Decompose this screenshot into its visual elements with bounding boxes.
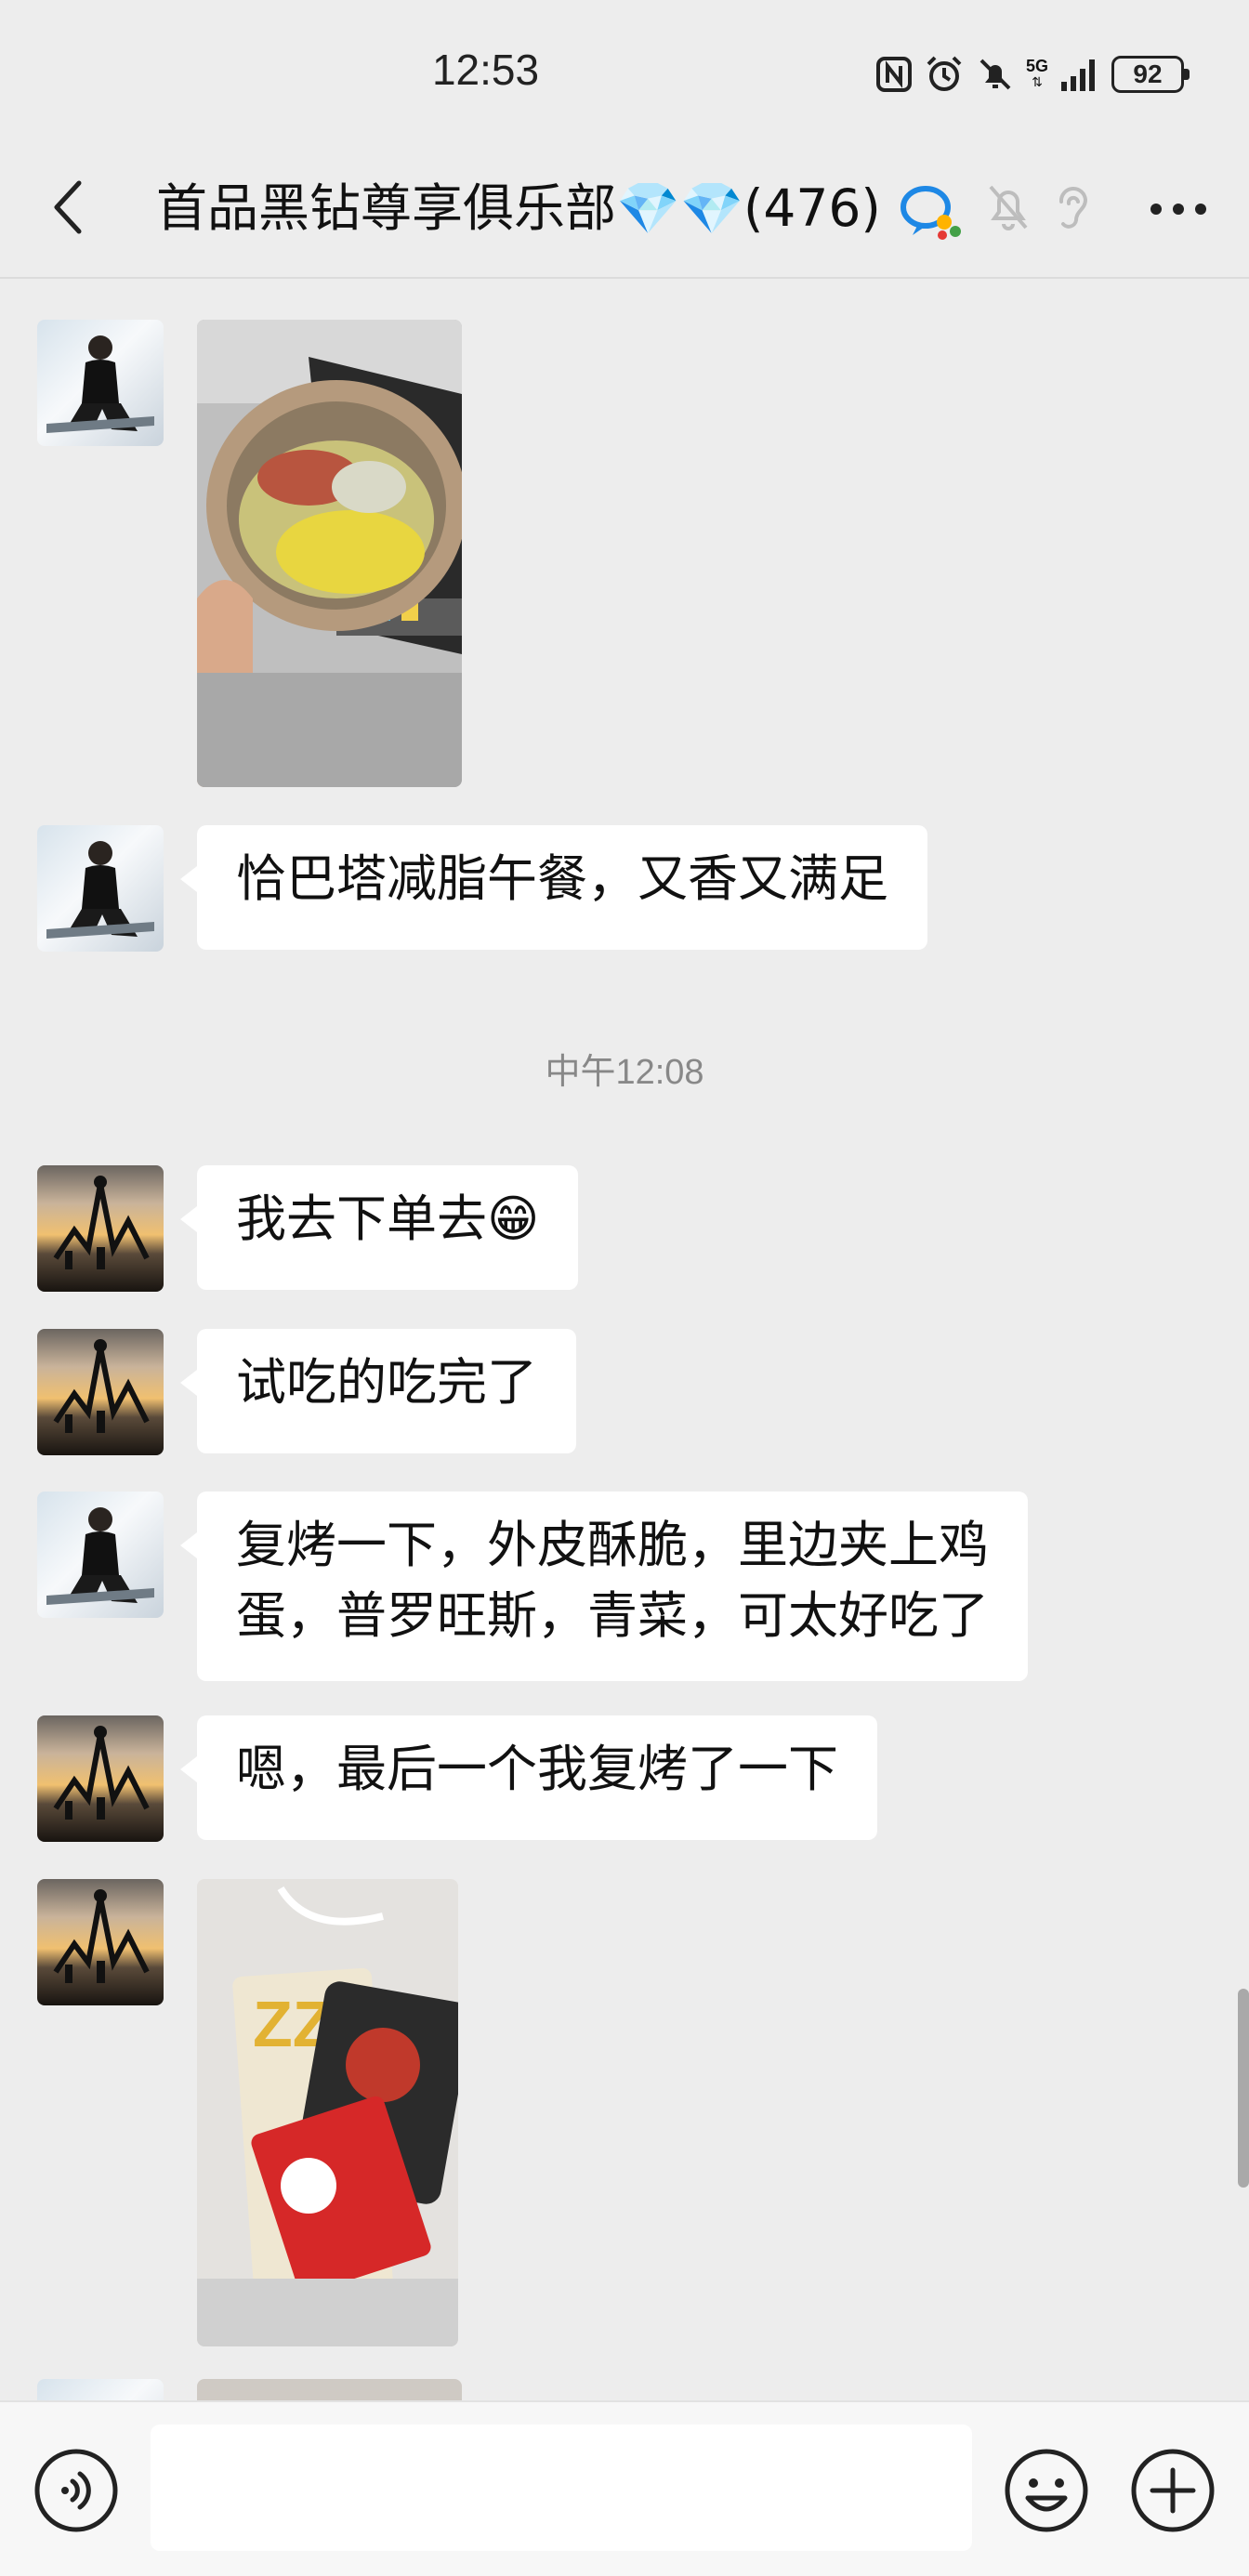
nfc-icon	[875, 57, 912, 92]
more-dots-icon	[1150, 204, 1206, 215]
voice-icon	[34, 2449, 118, 2532]
message-bubble[interactable]: 嗯，最后一个我复烤了一下	[180, 1715, 877, 1840]
alarm-icon	[927, 56, 962, 91]
plus-icon	[1131, 2449, 1215, 2532]
message-list[interactable]: 恰巴塔减脂午餐，又香又满足 中午12:08 我去下单去😁 试吃的吃完了 复烤一下…	[0, 279, 1249, 2400]
status-icons: 5G ⇅ 92	[875, 48, 1190, 100]
avatar[interactable]	[37, 320, 164, 446]
avatar[interactable]	[37, 1329, 164, 1455]
avatar[interactable]	[37, 1492, 164, 1618]
message-bubble[interactable]: 试吃的吃完了	[180, 1329, 576, 1453]
input-bar	[0, 2400, 1249, 2576]
message-bubble[interactable]: 恰巴塔减脂午餐，又香又满足	[180, 825, 927, 950]
avatar-woman-image	[46, 841, 154, 939]
mute-status-icon	[979, 59, 1011, 90]
message-line: 蛋，普罗旺斯，青菜，可太好吃了	[236, 1586, 989, 1645]
back-button[interactable]	[35, 175, 100, 240]
message-bubble[interactable]: 复烤一下，外皮酥脆，里边夹上鸡 蛋，普罗旺斯，青菜，可太好吃了	[180, 1492, 1028, 1681]
avatar-woman-image	[46, 335, 154, 433]
avatar-sunset-image	[53, 1339, 150, 1433]
plus-button[interactable]	[1130, 2448, 1216, 2533]
avatar[interactable]	[37, 825, 164, 952]
more-button[interactable]	[1143, 181, 1214, 237]
avatar-sunset-image	[53, 1726, 150, 1820]
chat-title[interactable]: 首品黑钻尊享俱乐部💎💎(476)	[156, 171, 881, 245]
signal-icon	[1061, 59, 1095, 91]
ear-icon[interactable]	[1052, 181, 1093, 233]
avatar[interactable]	[37, 2379, 164, 2400]
avatar[interactable]	[37, 1165, 164, 1292]
avatar[interactable]	[37, 1715, 164, 1842]
avatar-sunset-image	[53, 1889, 150, 1983]
avatar-sunset-image	[53, 1176, 150, 1269]
voice-button[interactable]	[33, 2448, 119, 2533]
message-input[interactable]	[151, 2425, 972, 2551]
emoji-icon	[1005, 2449, 1088, 2532]
chat-header: 首品黑钻尊享俱乐部💎💎(476)	[0, 139, 1249, 279]
timestamp-divider: 中午12:08	[545, 1053, 704, 1092]
network-label: 5G ⇅	[1025, 57, 1048, 90]
chevron-left-icon	[54, 180, 82, 234]
status-bar: 12:53 5G ⇅ 92	[0, 0, 1249, 139]
message-image-wrap[interactable]	[197, 320, 462, 787]
avatar-woman-image	[46, 1507, 154, 1605]
bell-off-icon[interactable]	[985, 181, 1032, 233]
chat-bubble-icon[interactable]	[898, 181, 965, 243]
emoji-button[interactable]	[1004, 2448, 1089, 2533]
message-line: 复烤一下，外皮酥脆，里边夹上鸡	[236, 1516, 989, 1574]
message-bubble[interactable]: 我去下单去😁	[179, 1165, 579, 1290]
message-image-products[interactable]: ZZ	[197, 1879, 458, 2346]
message-image-partial[interactable]	[197, 2379, 462, 2400]
scrollbar[interactable]	[1238, 1989, 1249, 2188]
battery-indicator: 92	[1111, 56, 1190, 93]
avatar[interactable]	[37, 1879, 164, 2005]
status-time: 12:53	[431, 46, 540, 94]
